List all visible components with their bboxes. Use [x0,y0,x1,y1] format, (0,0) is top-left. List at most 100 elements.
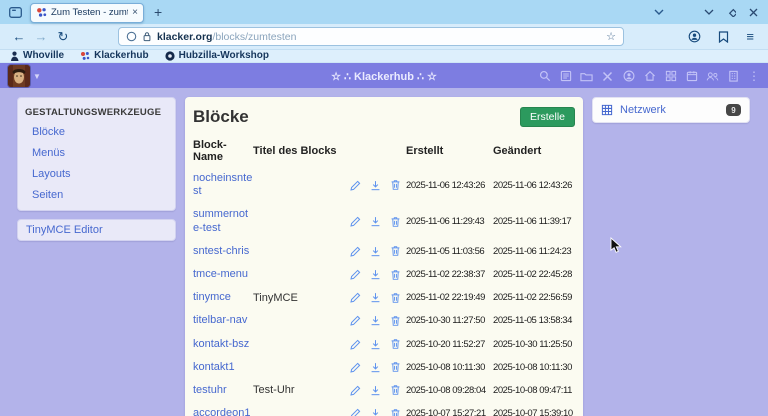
bookmark-klackerhub[interactable]: Klackerhub [80,51,148,61]
delete-icon[interactable] [390,408,401,416]
profile-icon[interactable] [622,70,635,83]
block-name-link[interactable]: kontakt1 [193,361,253,374]
delete-icon[interactable] [390,338,401,350]
download-icon[interactable] [370,269,381,280]
block-name-link[interactable]: nocheinsntest [193,172,253,198]
edit-icon[interactable] [350,362,361,373]
delete-icon[interactable] [390,245,401,257]
edit-icon[interactable] [350,216,361,227]
network-count-badge: 9 [726,104,741,116]
download-icon[interactable] [370,315,381,326]
network-widget[interactable]: Netzwerk 9 [592,97,750,123]
created-date: 2025-11-05 11:03:56 [406,246,493,257]
edit-icon[interactable] [350,269,361,280]
block-name-link[interactable]: titelbar-nav [193,314,253,327]
modified-date: 2025-10-08 10:11:30 [493,362,575,373]
edit-icon[interactable] [350,315,361,326]
block-name-link[interactable]: kontakt-bsz [193,338,253,351]
created-date: 2025-10-20 11:52:27 [406,339,493,350]
new-tab-button[interactable]: + [154,5,162,19]
photos-icon[interactable] [580,70,593,83]
close-app-icon[interactable] [601,70,614,83]
block-name-link[interactable]: accordeon1 [193,407,253,416]
delete-icon[interactable] [390,315,401,327]
table-row: kontakt-bsz 2025-10-20 11:52:27 2025-10-… [193,333,575,356]
sidebar-item-tinymce-editor[interactable]: TinyMCE Editor [18,220,175,240]
download-icon[interactable] [370,339,381,350]
forward-button[interactable]: → [30,30,52,43]
search-icon[interactable] [538,70,551,83]
tinymce-widget: TinyMCE Editor [17,219,176,241]
col-header-title: Titel des Blocks [253,145,350,157]
table-row: titelbar-nav 2025-10-30 11:27:50 2025-11… [193,309,575,332]
sidebar-item-pages[interactable]: Seiten [18,184,175,205]
bookmark-hubzilla-workshop[interactable]: Hubzilla-Workshop [165,51,269,61]
left-sidebar: GESTALTUNGSWERKZEUGE Blöcke Menüs Layout… [17,97,176,241]
download-icon[interactable] [370,385,381,396]
download-icon[interactable] [370,362,381,373]
window-minimize-icon[interactable] [704,9,714,15]
sidebar-item-menus[interactable]: Menüs [18,142,175,163]
reload-button[interactable]: ↻ [52,30,74,43]
block-name-link[interactable]: sntest-chris [193,245,253,258]
blocks-table-body: nocheinsntest 2025-11-06 12:43:26 2025-1… [193,167,575,416]
created-date: 2025-10-30 11:27:50 [406,315,493,326]
window-close-icon[interactable] [749,8,758,17]
delete-icon[interactable] [390,269,401,281]
lock-icon[interactable] [142,31,152,42]
edit-icon[interactable] [350,292,361,303]
created-date: 2025-11-02 22:38:37 [406,269,493,280]
site-info-shield-icon[interactable] [126,31,137,42]
modified-date: 2025-10-30 11:25:50 [493,339,575,350]
design-tools-heading: GESTALTUNGSWERKZEUGE [18,98,175,121]
firefox-view-icon[interactable] [6,3,24,21]
block-name-link[interactable]: testuhr [193,384,253,397]
browser-tab[interactable]: Zum Testen - zumtesten@ × [30,3,144,23]
edit-icon[interactable] [350,180,361,191]
delete-icon[interactable] [390,384,401,396]
delete-icon[interactable] [390,179,401,191]
table-row: testuhr Test-Uhr 2025-10-08 09:28:04 202… [193,379,575,402]
network-link[interactable]: Netzwerk [620,104,719,116]
create-button[interactable]: Erstelle [520,107,575,127]
download-icon[interactable] [370,246,381,257]
block-name-link[interactable]: summernote-test [193,208,253,234]
bookmark-star-icon[interactable]: ☆ [606,30,616,43]
window-maximize-icon[interactable] [727,8,736,17]
bookmark-whoville[interactable]: Whoville [10,51,64,61]
download-icon[interactable] [370,408,381,416]
bookmark-label: Klackerhub [94,51,148,61]
sidebar-item-blocks[interactable]: Blöcke [18,121,175,142]
account-icon[interactable] [688,30,701,43]
back-button[interactable]: ← [8,30,30,43]
menu-hamburger-icon[interactable]: ≡ [746,30,754,43]
library-icon[interactable] [718,31,729,43]
contacts-icon[interactable] [706,70,719,83]
tab-close-icon[interactable]: × [132,8,138,18]
wiki-icon[interactable] [559,70,572,83]
directory-icon[interactable] [727,70,740,83]
edit-icon[interactable] [350,385,361,396]
edit-icon[interactable] [350,246,361,257]
sidebar-item-layouts[interactable]: Layouts [18,163,175,184]
block-name-link[interactable]: tinymce [193,291,253,304]
delete-icon[interactable] [390,361,401,373]
delete-icon[interactable] [390,216,401,228]
download-icon[interactable] [370,180,381,191]
download-icon[interactable] [370,216,381,227]
page-title: Blöcke [193,107,249,127]
kebab-menu-icon[interactable]: ⋮ [748,70,760,82]
channel-avatar[interactable] [8,65,30,87]
delete-icon[interactable] [390,292,401,304]
block-name-link[interactable]: tmce-menu [193,268,253,281]
list-tabs-chevron-icon[interactable] [654,9,664,15]
url-bar[interactable]: klacker.org/blocks/zumtesten ☆ [118,27,624,46]
channel-menu-caret-icon[interactable]: ▼ [33,72,41,81]
edit-icon[interactable] [350,408,361,416]
apps-grid-icon[interactable] [664,70,677,83]
edit-icon[interactable] [350,339,361,350]
download-icon[interactable] [370,292,381,303]
col-header-created: Erstellt [406,145,493,157]
events-icon[interactable] [685,70,698,83]
home-icon[interactable] [643,70,656,83]
